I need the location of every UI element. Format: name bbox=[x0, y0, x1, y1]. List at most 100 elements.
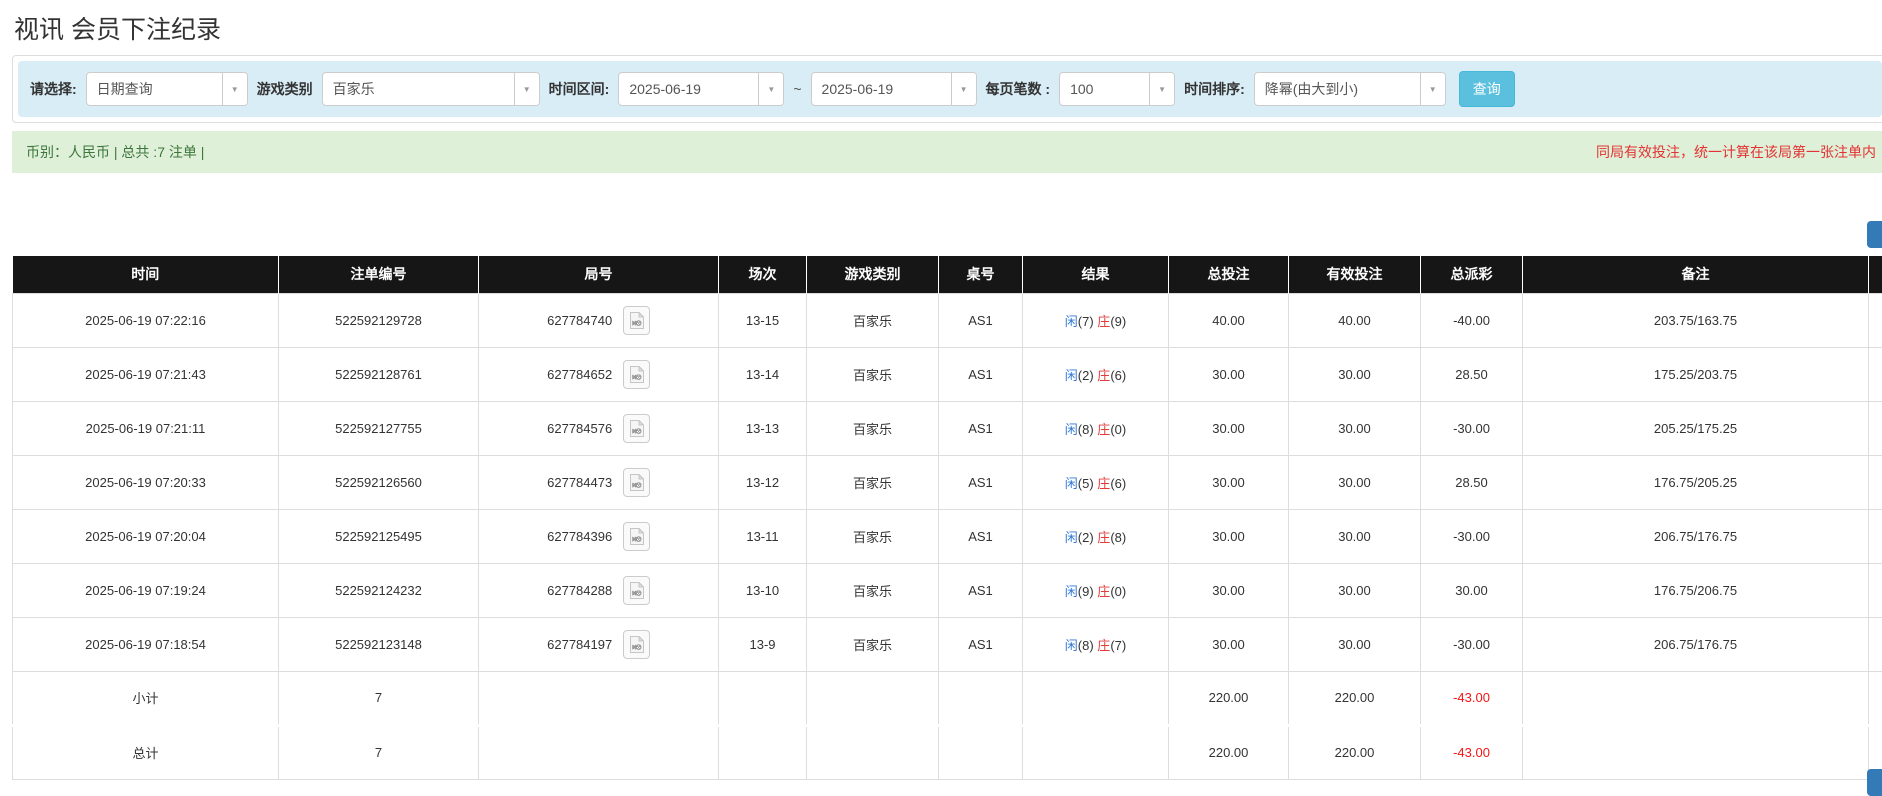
currency-summary: 币别：人民币 | 总共 :7 注单 | bbox=[26, 142, 204, 162]
table-row: 2025-06-19 07:20:33522592126560627784473… bbox=[13, 455, 1882, 509]
table-row: 2025-06-19 07:18:54522592123148627784197… bbox=[13, 617, 1882, 671]
cell-total-bet[interactable]: 30.00 bbox=[1169, 563, 1289, 617]
chevron-down-icon[interactable]: ▼ bbox=[514, 73, 539, 105]
cell-session-empty bbox=[719, 671, 807, 725]
chevron-down-icon[interactable]: ▼ bbox=[1149, 73, 1174, 105]
subtotal-note-empty bbox=[1523, 671, 1869, 725]
total-total-bet: 220.00 bbox=[1169, 725, 1289, 779]
cell-payout: -30.00 bbox=[1421, 401, 1523, 455]
game-type-select[interactable]: 百家乐 ▼ bbox=[322, 72, 540, 106]
column-header: 局号 bbox=[479, 256, 719, 293]
column-header: 时间 bbox=[13, 256, 279, 293]
chevron-down-icon[interactable]: ▼ bbox=[758, 73, 783, 105]
result-player-score: (2) bbox=[1078, 368, 1098, 383]
cell-round: 627784576 bbox=[479, 401, 719, 455]
cell-result: 闲(2) 庄(8) bbox=[1023, 509, 1169, 563]
per-page-label: 每页笔数 : bbox=[986, 79, 1051, 99]
cell-bet-id: 522592127755 bbox=[279, 401, 479, 455]
video-file-icon[interactable] bbox=[623, 360, 650, 389]
video-file-icon[interactable] bbox=[623, 306, 650, 335]
round-number: 627784473 bbox=[547, 475, 612, 490]
video-file-icon[interactable] bbox=[623, 630, 650, 659]
result-player: 闲 bbox=[1065, 476, 1078, 491]
chevron-down-icon[interactable]: ▼ bbox=[1420, 73, 1445, 105]
cell-round-empty bbox=[479, 725, 719, 779]
subtotal-count: 7 bbox=[279, 671, 479, 725]
chevron-down-icon[interactable]: ▼ bbox=[222, 73, 247, 105]
column-header: 总投注 bbox=[1169, 256, 1289, 293]
round-number: 627784197 bbox=[547, 637, 612, 652]
search-button[interactable]: 查询 bbox=[1459, 71, 1515, 107]
cell-game-type-empty bbox=[807, 671, 939, 725]
cell-valid-bet: 30.00 bbox=[1289, 347, 1421, 401]
filter-bar: 请选择: 日期查询 ▼ 游戏类别 百家乐 ▼ 时间区间: 2025-06-19 … bbox=[18, 61, 1882, 117]
cell-table-no: AS1 bbox=[939, 455, 1023, 509]
cell-table-no: AS1 bbox=[939, 401, 1023, 455]
cell-game-type-empty bbox=[807, 725, 939, 779]
result-banker-score: (7) bbox=[1110, 638, 1126, 653]
cell-result-empty bbox=[1023, 725, 1169, 779]
result-player-score: (8) bbox=[1078, 422, 1098, 437]
cell-total-bet[interactable]: 30.00 bbox=[1169, 347, 1289, 401]
cell-result-empty bbox=[1023, 671, 1169, 725]
cell-note: 206.75/176.75 bbox=[1523, 617, 1869, 671]
date-to-select[interactable]: 2025-06-19 ▼ bbox=[811, 72, 977, 106]
summary-bar: 币别：人民币 | 总共 :7 注单 | 同局有效投注，统一计算在该局第一张注单内 bbox=[12, 131, 1882, 173]
cell-payout: 28.50 bbox=[1421, 455, 1523, 509]
subtotal-valid-bet: 220.00 bbox=[1289, 671, 1421, 725]
result-banker-score: (6) bbox=[1110, 368, 1126, 383]
cell-total-bet[interactable]: 30.00 bbox=[1169, 509, 1289, 563]
table-row: 2025-06-19 07:20:04522592125495627784396… bbox=[13, 509, 1882, 563]
date-from-value: 2025-06-19 bbox=[619, 73, 758, 105]
range-tilde: ~ bbox=[793, 81, 801, 97]
result-banker: 庄 bbox=[1097, 314, 1110, 329]
cell-table-no: AS1 bbox=[939, 509, 1023, 563]
date-from-select[interactable]: 2025-06-19 ▼ bbox=[618, 72, 784, 106]
cell-valid-bet: 40.00 bbox=[1289, 293, 1421, 347]
cell-payout: 28.50 bbox=[1421, 347, 1523, 401]
cell-round: 627784740 bbox=[479, 293, 719, 347]
edge-button-top[interactable] bbox=[1867, 221, 1882, 248]
table-row: 2025-06-19 07:22:16522592129728627784740… bbox=[13, 293, 1882, 347]
round-number: 627784288 bbox=[547, 583, 612, 598]
sort-select[interactable]: 降幂(由大到小) ▼ bbox=[1254, 72, 1446, 106]
table-row: 2025-06-19 07:21:43522592128761627784652… bbox=[13, 347, 1882, 401]
result-player-score: (2) bbox=[1078, 530, 1098, 545]
cell-valid-bet: 30.00 bbox=[1289, 455, 1421, 509]
cell-bet-id: 522592124232 bbox=[279, 563, 479, 617]
cell-payout: -40.00 bbox=[1421, 293, 1523, 347]
column-header: 结果 bbox=[1023, 256, 1169, 293]
cell-payout: -30.00 bbox=[1421, 509, 1523, 563]
subtotal-payout: -43.00 bbox=[1421, 671, 1523, 725]
cell-table-no-empty bbox=[939, 725, 1023, 779]
cell-total-bet[interactable]: 30.00 bbox=[1169, 401, 1289, 455]
video-file-icon[interactable] bbox=[623, 522, 650, 551]
cell-game-type: 百家乐 bbox=[807, 617, 939, 671]
cell-time: 2025-06-19 07:19:24 bbox=[13, 563, 279, 617]
column-header: 注单编号 bbox=[279, 256, 479, 293]
cell-note: 205.25/175.25 bbox=[1523, 401, 1869, 455]
cell-time: 2025-06-19 07:22:16 bbox=[13, 293, 279, 347]
note-text: 同局有效投注，统一计算在该局第一张注单内 bbox=[1596, 142, 1876, 162]
cell-total-bet[interactable]: 30.00 bbox=[1169, 617, 1289, 671]
result-banker: 庄 bbox=[1097, 422, 1110, 437]
video-file-icon[interactable] bbox=[623, 576, 650, 605]
cell-table-no: AS1 bbox=[939, 617, 1023, 671]
cell-session: 13-13 bbox=[719, 401, 807, 455]
cell-total-bet[interactable]: 30.00 bbox=[1169, 455, 1289, 509]
query-type-select[interactable]: 日期查询 ▼ bbox=[86, 72, 248, 106]
video-file-icon[interactable] bbox=[623, 414, 650, 443]
result-player-score: (8) bbox=[1078, 638, 1098, 653]
chevron-down-icon[interactable]: ▼ bbox=[951, 73, 976, 105]
cell-table-no: AS1 bbox=[939, 293, 1023, 347]
cell-round: 627784473 bbox=[479, 455, 719, 509]
column-header-sliver bbox=[1869, 256, 1882, 293]
video-file-icon[interactable] bbox=[623, 468, 650, 497]
cell-result: 闲(9) 庄(0) bbox=[1023, 563, 1169, 617]
subtotal-total-bet: 220.00 bbox=[1169, 671, 1289, 725]
cell-result: 闲(2) 庄(6) bbox=[1023, 347, 1169, 401]
per-page-select[interactable]: 100 ▼ bbox=[1059, 72, 1175, 106]
cell-time: 2025-06-19 07:21:43 bbox=[13, 347, 279, 401]
cell-total-bet[interactable]: 40.00 bbox=[1169, 293, 1289, 347]
round-number: 627784740 bbox=[547, 313, 612, 328]
